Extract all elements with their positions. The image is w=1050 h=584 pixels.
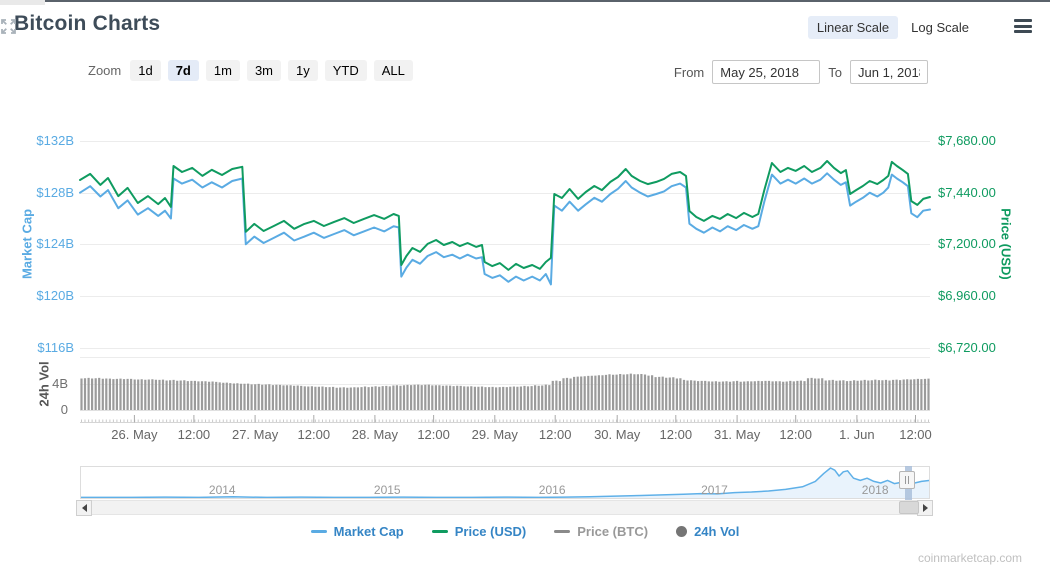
- to-date-input[interactable]: [850, 60, 928, 84]
- price-volume-chart[interactable]: [0, 0, 1050, 584]
- fullscreen-expand-icon[interactable]: [0, 18, 17, 35]
- to-label: To: [828, 65, 842, 80]
- volume-axis-tick: 0: [0, 402, 68, 417]
- x-axis-label: 12:00: [417, 427, 450, 442]
- x-axis-label: 12:00: [660, 427, 693, 442]
- hamburger-menu-icon[interactable]: [1014, 19, 1032, 33]
- marketcap-axis-tick: $128B: [0, 185, 74, 200]
- volume-axis-tick: 4B: [0, 376, 68, 391]
- zoom-7d-button[interactable]: 7d: [168, 60, 199, 81]
- marketcap-axis-tick: $120B: [0, 288, 74, 303]
- scale-toggle-group: Linear ScaleLog Scale: [808, 16, 978, 39]
- watermark: coinmarketcap.com: [918, 551, 1022, 565]
- navigator-drag-handle[interactable]: [899, 471, 915, 489]
- zoom-range-toolbar: Zoom 1d 7d 1m 3m 1y YTD ALL: [88, 60, 413, 81]
- volume-gridline: [80, 357, 930, 358]
- x-axis-label: 12:00: [298, 427, 331, 442]
- x-axis-label: 12:00: [539, 427, 572, 442]
- gridline: [80, 244, 930, 245]
- price-usd-marker-icon: [432, 530, 448, 533]
- x-axis-label: 26. May: [111, 427, 157, 442]
- gridline: [80, 348, 930, 349]
- price-axis-tick: $7,200.00: [938, 236, 1028, 251]
- navigator-year-label: 2018: [862, 483, 889, 497]
- navigator-left-border: [80, 466, 81, 499]
- marketcap-axis-tick: $124B: [0, 236, 74, 251]
- x-axis-label: 29. May: [472, 427, 518, 442]
- legend-label: 24h Vol: [694, 524, 739, 539]
- navigator-year-label: 2016: [539, 483, 566, 497]
- x-axis-label: 12:00: [899, 427, 932, 442]
- legend-label: Market Cap: [334, 524, 404, 539]
- zoom-1m-button[interactable]: 1m: [206, 60, 240, 81]
- linear-scale-button[interactable]: Linear Scale: [808, 16, 898, 39]
- legend-item-market-cap[interactable]: Market Cap: [311, 524, 404, 539]
- x-axis-label: 1. Jun: [839, 427, 874, 442]
- market-cap-marker-icon: [311, 530, 327, 533]
- navigator-year-label: 2015: [374, 483, 401, 497]
- zoom-all-button[interactable]: ALL: [374, 60, 413, 81]
- zoom-label: Zoom: [88, 63, 121, 78]
- gridline: [80, 296, 930, 297]
- marketcap-axis-tick: $132B: [0, 133, 74, 148]
- 24h-vol-marker-icon: [676, 526, 687, 537]
- gridline: [80, 141, 930, 142]
- zoom-3m-button[interactable]: 3m: [247, 60, 281, 81]
- zoom-1y-button[interactable]: 1y: [288, 60, 318, 81]
- scrollbar-right-arrow[interactable]: [917, 500, 933, 516]
- price-axis-tick: $6,720.00: [938, 340, 1028, 355]
- page-title: Bitcoin Charts: [14, 12, 160, 36]
- legend-item-price-usd[interactable]: Price (USD): [432, 524, 527, 539]
- zoom-1d-button[interactable]: 1d: [130, 60, 160, 81]
- volume-gridline: [80, 410, 930, 411]
- scrollbar-thumb[interactable]: [899, 501, 919, 514]
- legend-label: Price (BTC): [577, 524, 648, 539]
- navigator-year-label: 2017: [701, 483, 728, 497]
- chart-legend: Market Cap Price (USD) Price (BTC) 24h Vol: [0, 524, 1050, 539]
- legend-item-24h-vol[interactable]: 24h Vol: [676, 524, 739, 539]
- price-axis-tick: $6,960.00: [938, 288, 1028, 303]
- x-axis-label: 12:00: [178, 427, 211, 442]
- price-axis-tick: $7,680.00: [938, 133, 1028, 148]
- log-scale-button[interactable]: Log Scale: [902, 16, 978, 39]
- x-axis-label: 27. May: [232, 427, 278, 442]
- marketcap-axis-tick: $116B: [0, 340, 74, 355]
- volume-gridline: [80, 384, 930, 385]
- from-date-input[interactable]: [712, 60, 820, 84]
- price-axis-tick: $7,440.00: [938, 185, 1028, 200]
- navigator-right-border: [929, 466, 930, 499]
- navigator-bottom-border: [80, 498, 930, 499]
- price-btc-marker-icon: [554, 530, 570, 533]
- bitcoin-charts-page: Bitcoin Charts Linear ScaleLog Scale Zoo…: [0, 0, 1050, 584]
- scrollbar-track[interactable]: [91, 500, 919, 515]
- x-axis-label: 12:00: [779, 427, 812, 442]
- top-edge-artifact: [45, 0, 1050, 2]
- gridline: [80, 193, 930, 194]
- top-edge-artifact-corner: [0, 0, 45, 5]
- x-axis-label: 31. May: [714, 427, 760, 442]
- legend-label: Price (USD): [455, 524, 527, 539]
- zoom-ytd-button[interactable]: YTD: [325, 60, 367, 81]
- legend-item-price-btc[interactable]: Price (BTC): [554, 524, 648, 539]
- navigator-top-border: [80, 466, 930, 467]
- date-range-controls: From To: [674, 60, 928, 84]
- from-label: From: [674, 65, 704, 80]
- navigator-year-label: 2014: [209, 483, 236, 497]
- x-axis-label: 30. May: [594, 427, 640, 442]
- x-axis-label: 28. May: [352, 427, 398, 442]
- scrollbar-left-arrow[interactable]: [76, 500, 92, 516]
